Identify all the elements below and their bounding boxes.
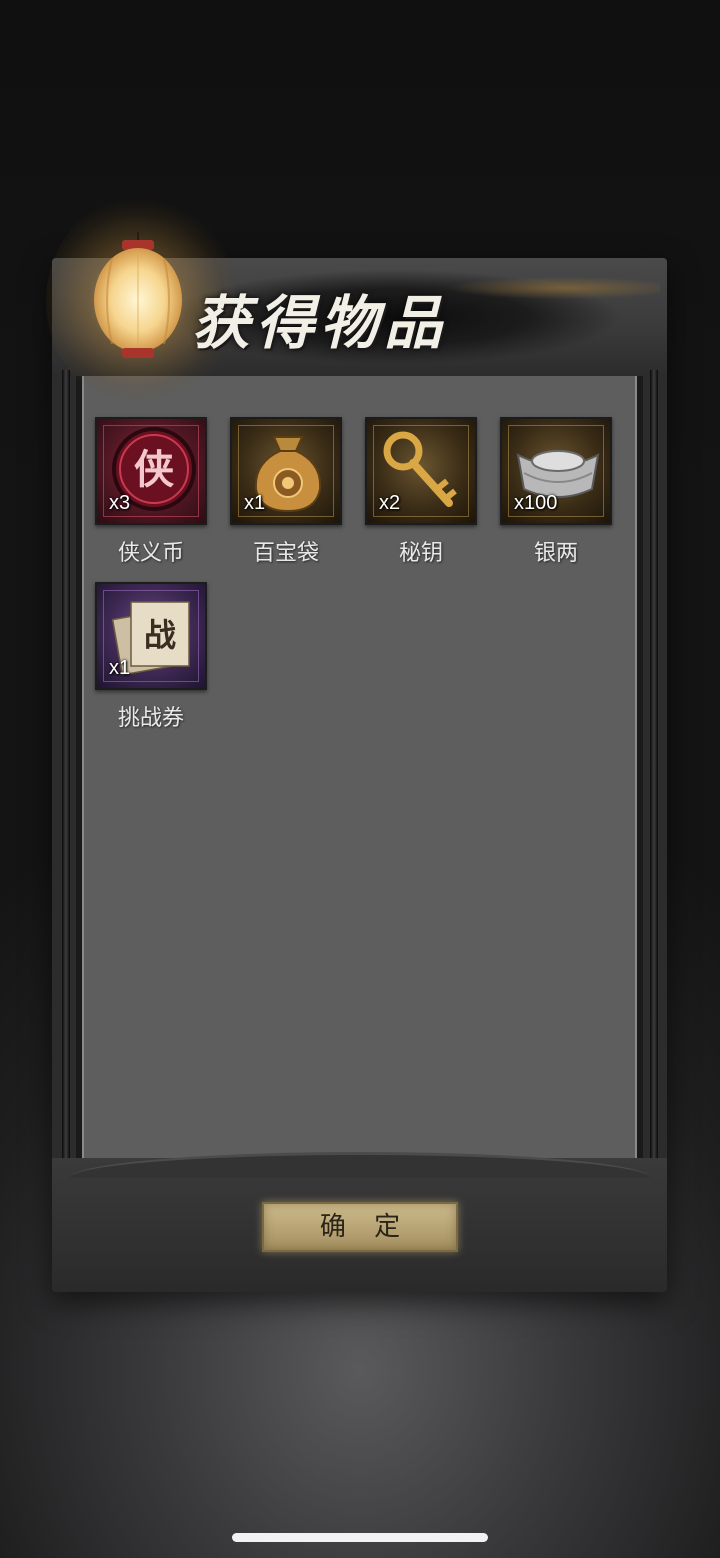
item-tile[interactable]: x1	[230, 417, 342, 525]
item-silver[interactable]: x100 银两	[500, 417, 612, 567]
item-count: x3	[109, 492, 131, 514]
lantern-icon	[94, 232, 182, 358]
dialog-title: 获得物品	[192, 289, 449, 357]
item-count: x2	[379, 492, 401, 514]
item-count: x100	[514, 492, 558, 514]
item-treasure-bag[interactable]: x1 百宝袋	[230, 417, 342, 567]
home-indicator[interactable]	[232, 1533, 488, 1542]
item-secret-key[interactable]: x2 秘钥	[365, 417, 477, 567]
item-label: 挑战券	[117, 706, 184, 731]
confirm-button[interactable]: 确 定	[262, 1202, 458, 1252]
item-label: 百宝袋	[252, 541, 319, 566]
item-label: 银两	[533, 541, 578, 566]
item-xia-coin[interactable]: 侠 x3 侠义币	[95, 417, 207, 567]
item-count: x1	[244, 492, 266, 514]
right-rail	[650, 370, 658, 1170]
item-tile[interactable]: x100	[500, 417, 612, 525]
item-challenge-ticket[interactable]: 战 x1 挑战券	[95, 582, 207, 732]
item-label: 侠义币	[117, 541, 184, 566]
item-tile[interactable]: 战 x1	[95, 582, 207, 690]
item-tile[interactable]: 侠 x3	[95, 417, 207, 525]
left-rail	[62, 370, 70, 1170]
item-label: 秘钥	[398, 541, 443, 566]
item-count: x1	[109, 657, 131, 679]
item-tile[interactable]: x2	[365, 417, 477, 525]
